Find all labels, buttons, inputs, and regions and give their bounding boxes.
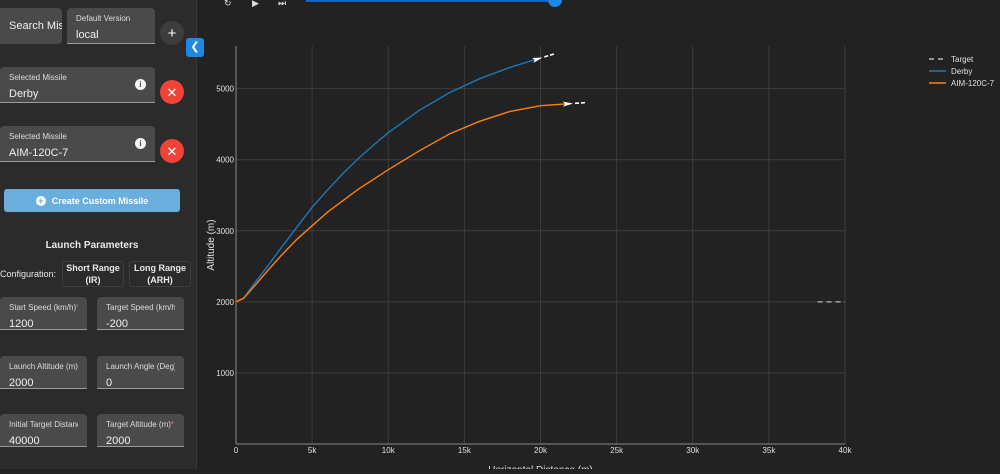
y-tick-label: 1000 bbox=[216, 369, 234, 378]
y-tick-label: 5000 bbox=[216, 85, 234, 94]
x-tick-label: 35k bbox=[762, 446, 776, 455]
x-tick-label: 10k bbox=[382, 446, 396, 455]
selected-missile-label: Selected Missile bbox=[9, 132, 146, 141]
x-tick-label: 40k bbox=[839, 446, 853, 455]
trajectory-chart-svg: 0 5k 10k 15k 20k 25k 30k 35k 40k 1000 2000 3000 4000… bbox=[196, 0, 1000, 469]
x-tick-label: 30k bbox=[686, 446, 700, 455]
target-speed-field[interactable]: Target Speed (km/h)* -200 bbox=[97, 297, 184, 330]
remove-missile-button-2[interactable]: ✕ bbox=[160, 139, 184, 163]
plus-icon[interactable]: + bbox=[160, 21, 184, 45]
y-tick-label: 3000 bbox=[216, 227, 234, 236]
x-tick-label: 20k bbox=[534, 446, 548, 455]
selected-missile-value: Derby bbox=[9, 88, 146, 100]
info-icon[interactable]: i bbox=[135, 79, 146, 90]
info-icon[interactable]: i bbox=[135, 138, 146, 149]
target-speed-label: Target Speed (km/h) bbox=[106, 303, 175, 312]
config-long-range-button[interactable]: Long Range (ARH) bbox=[129, 261, 191, 287]
missile-marker-icon bbox=[532, 52, 555, 63]
legend-entry: AIM-120C-7 bbox=[951, 79, 995, 88]
selected-missile-field-2[interactable]: Selected Missile AIM-120C-7 i bbox=[0, 126, 155, 162]
remove-missile-button-1[interactable]: ✕ bbox=[160, 80, 184, 104]
legend-entry: Derby bbox=[951, 67, 972, 76]
chart-legend: Target Derby AIM-120C-7 bbox=[929, 55, 995, 88]
missile-body bbox=[532, 55, 543, 63]
initial-target-distance-value: 40000 bbox=[9, 435, 78, 447]
selected-missile-field-1[interactable]: Selected Missile Derby i bbox=[0, 67, 155, 103]
search-missile-button[interactable]: Search Mis bbox=[0, 8, 62, 44]
legend-entry: Target bbox=[951, 55, 974, 64]
sidebar: Search Mis Default Version local + Selec… bbox=[0, 0, 197, 469]
target-altitude-field[interactable]: Target Altitude (m)* 2000 bbox=[97, 414, 184, 447]
start-speed-value: 1200 bbox=[9, 318, 78, 330]
x-tick-label: 25k bbox=[610, 446, 624, 455]
x-tick-label: 15k bbox=[458, 446, 472, 455]
target-speed-value: -200 bbox=[106, 318, 175, 330]
target-altitude-label: Target Altitude (m) bbox=[106, 420, 171, 429]
start-speed-label: Start Speed (km/h) bbox=[9, 303, 76, 312]
default-version-value: local bbox=[76, 29, 146, 41]
create-custom-missile-label: Create Custom Missile bbox=[52, 196, 149, 206]
config-short-range-button[interactable]: Short Range (IR) bbox=[62, 261, 124, 287]
initial-target-distance-field[interactable]: Initial Target Distance 40000 bbox=[0, 414, 87, 447]
selected-missile-label: Selected Missile bbox=[9, 73, 146, 82]
launch-altitude-label: Launch Altitude (m) bbox=[9, 362, 78, 371]
series-line-aim-120c-7 bbox=[236, 104, 571, 302]
chart-axes: 0 5k 10k 15k 20k 25k 30k 35k 40k 1000 2000 3000 4000… bbox=[206, 46, 852, 469]
selected-missile-value: AIM-120C-7 bbox=[9, 147, 146, 159]
x-axis-title: Horizontal Distance (m) bbox=[488, 465, 592, 469]
default-version-select[interactable]: Default Version local bbox=[67, 8, 155, 44]
chevron-left-icon[interactable]: ❮ bbox=[186, 38, 204, 57]
plus-circle-icon: + bbox=[36, 196, 46, 206]
missile-marker-icon bbox=[563, 100, 585, 107]
create-custom-missile-button[interactable]: + Create Custom Missile bbox=[4, 189, 180, 212]
missile-trail bbox=[550, 54, 554, 55]
y-tick-label: 2000 bbox=[216, 298, 234, 307]
launch-parameters-title: Launch Parameters bbox=[0, 240, 184, 251]
trajectory-chart: 0 5k 10k 15k 20k 25k 30k 35k 40k 1000 2000 3000 4000… bbox=[196, 0, 1000, 469]
launch-angle-label: Launch Angle (Deg) bbox=[106, 362, 175, 371]
configuration-label: Configuration: bbox=[0, 269, 56, 279]
x-tick-label: 5k bbox=[308, 446, 317, 455]
launch-angle-field[interactable]: Launch Angle (Deg) 0 bbox=[97, 356, 184, 389]
initial-target-distance-label: Initial Target Distance bbox=[9, 420, 78, 429]
y-axis-title: Altitude (m) bbox=[206, 219, 217, 270]
launch-altitude-field[interactable]: Launch Altitude (m)* 2000 bbox=[0, 356, 87, 389]
launch-altitude-value: 2000 bbox=[9, 377, 78, 389]
target-altitude-value: 2000 bbox=[106, 435, 175, 447]
start-speed-field[interactable]: Start Speed (km/h)* 1200 bbox=[0, 297, 87, 330]
default-version-label: Default Version bbox=[76, 14, 146, 23]
y-tick-label: 4000 bbox=[216, 156, 234, 165]
x-tick-label: 0 bbox=[234, 446, 239, 455]
launch-angle-value: 0 bbox=[106, 377, 175, 389]
missile-trail bbox=[544, 56, 548, 57]
